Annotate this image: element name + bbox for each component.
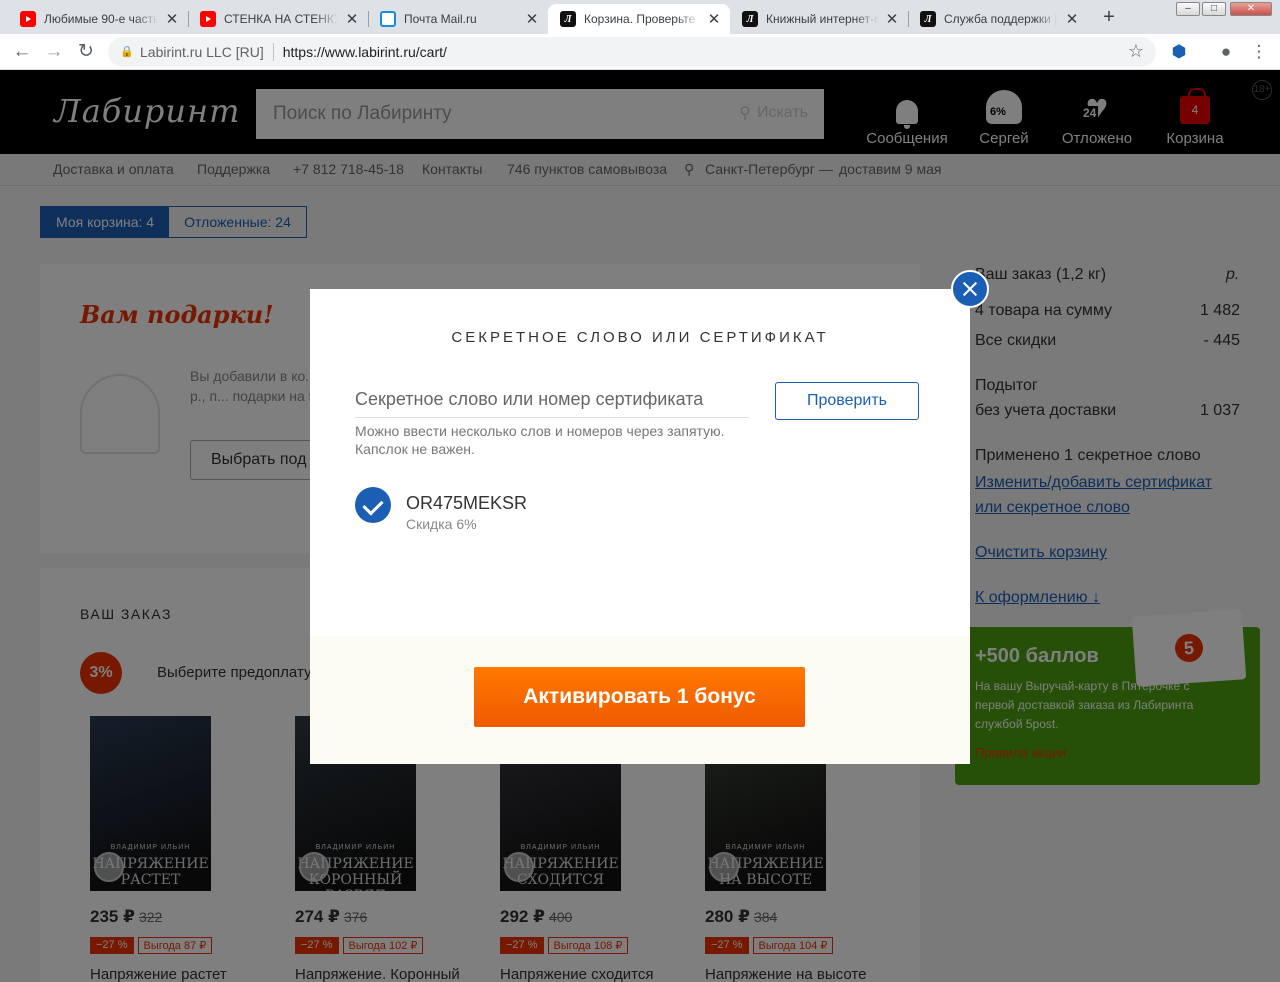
close-tab-icon[interactable]: ✕ — [1064, 10, 1080, 28]
browser-tab-bar: Любимые 90-е часть 1 ✕ СТЕНКА НА СТЕНКУ … — [0, 0, 1280, 34]
new-tab-button[interactable]: + — [1096, 6, 1122, 30]
maximize-icon[interactable]: □ — [1202, 2, 1226, 16]
modal-footer: Активировать 1 бонус — [310, 636, 970, 764]
tab-title: СТЕНКА НА СТЕНКУ СО — [224, 12, 338, 26]
browser-tab[interactable]: Л Служба поддержки | Л ✕ — [908, 4, 1088, 34]
tab-title: Корзина. Проверьте за — [584, 12, 700, 26]
activate-bonus-button[interactable]: Активировать 1 бонус — [474, 667, 805, 727]
divider — [272, 43, 274, 61]
site-identity: Labirint.ru LLC [RU] — [140, 44, 264, 60]
check-button[interactable]: Проверить — [775, 382, 919, 420]
browser-tab[interactable]: СТЕНКА НА СТЕНКУ СО ✕ — [188, 4, 368, 34]
close-tab-icon[interactable]: ✕ — [164, 10, 180, 28]
extension-icon[interactable]: ⬢ — [1168, 41, 1190, 63]
tab-title: Любимые 90-е часть 1 — [44, 12, 158, 26]
browser-toolbar: ← → ↻ 🔒 Labirint.ru LLC [RU] https://www… — [0, 34, 1280, 70]
close-icon[interactable] — [951, 270, 989, 308]
browser-tab[interactable]: Л Книжный интернет-ма ✕ — [730, 4, 908, 34]
tab-title: Служба поддержки | Л — [944, 12, 1058, 26]
menu-kebab-icon[interactable]: ⋮ — [1248, 41, 1270, 63]
labirint-icon: Л — [560, 11, 576, 27]
modal-hint: Можно ввести несколько слов и номеров че… — [355, 423, 725, 457]
tab-title: Книжный интернет-ма — [766, 12, 878, 26]
account-icon[interactable]: ● — [1215, 41, 1237, 63]
close-tab-icon[interactable]: ✕ — [344, 10, 360, 28]
browser-tab-active[interactable]: Л Корзина. Проверьте за ✕ — [548, 4, 730, 34]
forward-icon[interactable]: → — [42, 40, 66, 64]
secret-word-modal: СЕКРЕТНОЕ СЛОВО ИЛИ СЕРТИФИКАТ Проверить… — [310, 289, 970, 764]
close-tab-icon[interactable]: ✕ — [706, 10, 722, 28]
bookmark-star-icon[interactable]: ☆ — [1128, 41, 1144, 62]
browser-tab[interactable]: Почта Mail.ru ✕ — [368, 4, 548, 34]
labirint-icon: Л — [742, 11, 758, 27]
modal-title: СЕКРЕТНОЕ СЛОВО ИЛИ СЕРТИФИКАТ — [451, 329, 829, 346]
reload-icon[interactable]: ↻ — [74, 40, 98, 64]
youtube-icon — [20, 11, 36, 27]
close-tab-icon[interactable]: ✕ — [524, 10, 540, 28]
applied-discount: Скидка 6% — [406, 516, 477, 532]
checkmark-icon — [355, 487, 391, 523]
back-icon[interactable]: ← — [10, 40, 34, 64]
lock-icon: 🔒 — [120, 46, 134, 58]
window-close-icon[interactable]: ✕ — [1230, 2, 1272, 16]
applied-code: OR475MEKSR — [406, 493, 528, 513]
mail-icon — [380, 11, 396, 27]
secret-word-input[interactable] — [355, 382, 749, 418]
url-text: https://www.labirint.ru/cart/ — [282, 44, 447, 60]
tab-title: Почта Mail.ru — [404, 12, 477, 26]
youtube-icon — [200, 11, 216, 27]
minimize-icon[interactable]: – — [1176, 2, 1200, 16]
labirint-icon: Л — [920, 11, 936, 27]
close-tab-icon[interactable]: ✕ — [884, 10, 900, 28]
address-bar[interactable]: 🔒 Labirint.ru LLC [RU] https://www.labir… — [108, 37, 1156, 67]
browser-tab[interactable]: Любимые 90-е часть 1 ✕ — [8, 4, 188, 34]
